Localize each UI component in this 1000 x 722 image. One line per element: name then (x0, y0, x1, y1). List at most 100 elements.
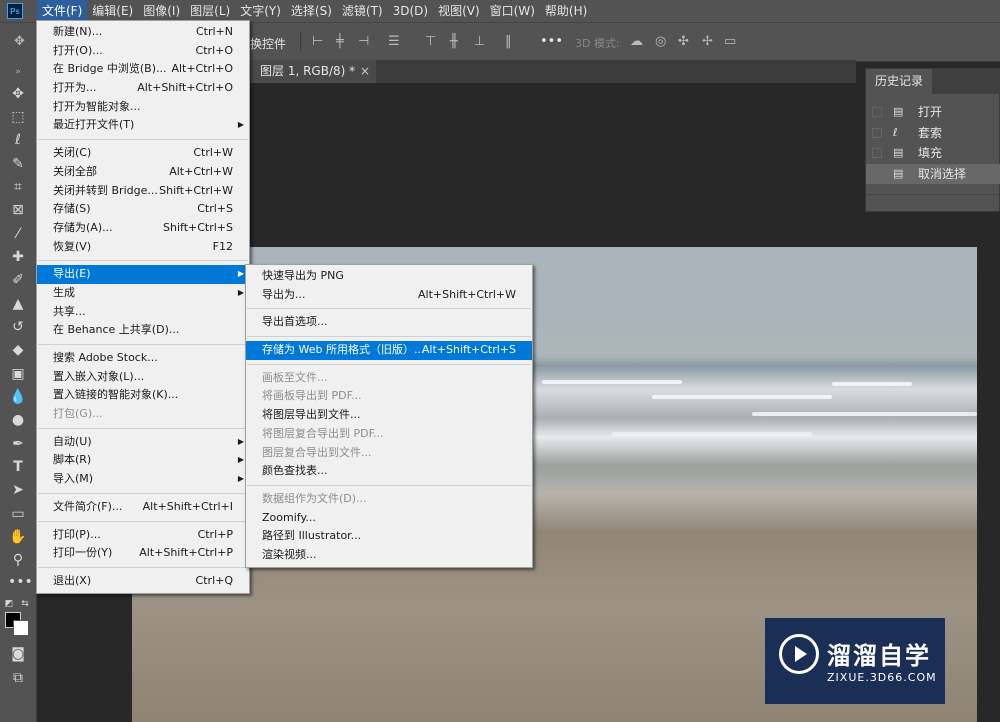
3d-drag-icon[interactable]: ✣ (678, 34, 689, 49)
clone-stamp-tool-icon[interactable]: ▲ (8, 294, 28, 314)
gradient-tool-icon[interactable]: ▣ (8, 364, 28, 384)
file-menu-item-10[interactable]: 存储(S) Ctrl+S (37, 200, 249, 219)
crop-tool-icon[interactable]: ⌗ (8, 177, 28, 197)
3d-orbit-icon[interactable]: ☁ (630, 34, 643, 49)
export-menu-item-9[interactable]: 将图层导出到文件... (246, 406, 532, 425)
menu-8[interactable]: 视图(V) (433, 0, 485, 22)
distribute-vertical-icon[interactable]: ‖ (505, 34, 512, 49)
lasso-tool-icon[interactable]: ℓ (8, 130, 28, 150)
pen-tool-icon[interactable]: ✒ (8, 434, 28, 454)
background-color-swatch[interactable] (13, 620, 29, 636)
menu-9[interactable]: 窗口(W) (485, 0, 540, 22)
swap-colors-icon[interactable]: ⇆ (20, 594, 30, 614)
brush-tool-icon[interactable]: ✐ (8, 270, 28, 290)
eraser-tool-icon[interactable]: ◆ (8, 340, 28, 360)
more-options-icon[interactable]: ••• (540, 34, 563, 49)
quick-mask-icon[interactable]: ◙ (8, 644, 28, 664)
menu-5[interactable]: 选择(S) (286, 0, 337, 22)
file-menu-item-14[interactable]: 导出(E) ▶ (37, 265, 249, 284)
align-top-icon[interactable]: ⊤ (425, 34, 436, 49)
history-item[interactable]: ▤ 填充 (866, 143, 1000, 163)
menu-6[interactable]: 滤镜(T) (337, 0, 388, 22)
eyedropper-tool-icon[interactable]: ⁄ (8, 224, 28, 244)
history-item[interactable]: ▤ 取消选择 (866, 163, 1000, 184)
file-menu-item-3[interactable]: 打开为... Alt+Shift+Ctrl+O (37, 79, 249, 98)
snapshot-checkbox[interactable] (872, 168, 882, 179)
menu-2[interactable]: 图像(I) (138, 0, 185, 22)
export-menu-item-12[interactable]: 颜色查找表... (246, 462, 532, 481)
file-menu-item-0[interactable]: 新建(N)... Ctrl+N (37, 23, 249, 42)
menu-0[interactable]: 文件(F) (37, 0, 88, 22)
hand-tool-icon[interactable]: ✋ (8, 527, 28, 547)
distribute-icon[interactable]: ☰ (388, 34, 400, 49)
quick-select-tool-icon[interactable]: ✎ (8, 154, 28, 174)
export-menu-item-0[interactable]: 快速导出为 PNG (246, 267, 532, 286)
marquee-tool-icon[interactable]: ⬚ (8, 107, 28, 127)
menu-4[interactable]: 文字(Y) (235, 0, 286, 22)
file-menu-item-28[interactable]: 文件简介(F)... Alt+Shift+Ctrl+I (37, 498, 249, 517)
move-tool-icon[interactable]: ✥ (14, 34, 25, 49)
export-menu-item-1[interactable]: 导出为... Alt+Shift+Ctrl+W (246, 286, 532, 305)
align-right-icon[interactable]: ⊣ (358, 34, 369, 49)
align-middle-icon[interactable]: ╫ (450, 34, 458, 49)
file-menu-item-2[interactable]: 在 Bridge 中浏览(B)... Alt+Ctrl+O (37, 60, 249, 79)
history-brush-tool-icon[interactable]: ↺ (8, 317, 28, 337)
dodge-tool-icon[interactable]: ● (8, 410, 28, 430)
history-panel-tab[interactable]: 历史记录 (866, 69, 933, 94)
file-menu-item-26[interactable]: 导入(M) ▶ (37, 470, 249, 489)
path-selection-tool-icon[interactable]: ➤ (8, 480, 28, 500)
file-menu-item-1[interactable]: 打开(O)... Ctrl+O (37, 42, 249, 61)
default-colors-icon[interactable]: ◩ (4, 594, 14, 614)
file-menu-item-15[interactable]: 生成 ▶ (37, 284, 249, 303)
file-menu-item-33[interactable]: 退出(X) Ctrl+Q (37, 572, 249, 591)
file-menu-item-8[interactable]: 关闭全部 Alt+Ctrl+W (37, 163, 249, 182)
file-menu-item-5[interactable]: 最近打开文件(T) ▶ (37, 116, 249, 135)
history-item[interactable]: ℓ 套索 (866, 123, 1000, 143)
blur-tool-icon[interactable]: 💧 (8, 387, 28, 407)
export-menu-item-17[interactable]: 渲染视频... (246, 546, 532, 565)
file-menu-item-25[interactable]: 脚本(R) ▶ (37, 451, 249, 470)
file-menu-item-11[interactable]: 存储为(A)... Shift+Ctrl+S (37, 219, 249, 238)
align-bottom-icon[interactable]: ⊥ (474, 34, 485, 49)
file-menu-item-17[interactable]: 在 Behance 上共享(D)... (37, 321, 249, 340)
3d-slide-icon[interactable]: ✢ (702, 34, 713, 49)
file-menu-item-19[interactable]: 搜索 Adobe Stock... (37, 349, 249, 368)
snapshot-checkbox[interactable] (872, 127, 882, 138)
file-menu-item-9[interactable]: 关闭并转到 Bridge... Shift+Ctrl+W (37, 182, 249, 201)
history-item[interactable]: ▤ 打开 (866, 102, 1000, 122)
menu-1[interactable]: 编辑(E) (87, 0, 138, 22)
menu-3[interactable]: 图层(L) (185, 0, 235, 22)
document-tab[interactable]: 图层 1, RGB/8) * × (248, 60, 376, 83)
menu-10[interactable]: 帮助(H) (540, 0, 592, 22)
align-center-icon[interactable]: ╪ (336, 34, 344, 49)
menu-7[interactable]: 3D(D) (388, 0, 433, 22)
snapshot-checkbox[interactable] (872, 148, 882, 158)
file-menu-item-31[interactable]: 打印一份(Y) Alt+Shift+Ctrl+P (37, 544, 249, 563)
export-menu-item-15[interactable]: Zoomify... (246, 509, 532, 528)
screen-mode-icon[interactable]: ⧉ (8, 668, 28, 688)
3d-roll-icon[interactable]: ◎ (655, 34, 666, 49)
edit-toolbar-icon[interactable]: ••• (8, 572, 33, 592)
file-menu-item-21[interactable]: 置入链接的智能对象(K)... (37, 386, 249, 405)
file-menu-item-30[interactable]: 打印(P)... Ctrl+P (37, 526, 249, 545)
collapse-panel-icon[interactable]: » (8, 62, 28, 82)
3d-camera-icon[interactable]: ▭ (724, 34, 736, 49)
file-menu-item-20[interactable]: 置入嵌入对象(L)... (37, 368, 249, 387)
snapshot-checkbox[interactable] (872, 107, 882, 117)
export-menu-item-5[interactable]: 存储为 Web 所用格式（旧版）... Alt+Shift+Ctrl+S (246, 341, 532, 360)
export-menu-item-16[interactable]: 路径到 Illustrator... (246, 527, 532, 546)
export-menu-item-3[interactable]: 导出首选项... (246, 313, 532, 332)
zoom-tool-icon[interactable]: ⚲ (8, 550, 28, 570)
rectangle-tool-icon[interactable]: ▭ (8, 504, 28, 524)
transform-controls-label[interactable]: 换控件 (250, 35, 286, 52)
move-tool-icon[interactable]: ✥ (8, 84, 28, 104)
file-menu-item-16[interactable]: 共享... (37, 303, 249, 322)
type-tool-icon[interactable]: T (8, 457, 28, 477)
file-menu-item-7[interactable]: 关闭(C) Ctrl+W (37, 144, 249, 163)
align-left-icon[interactable]: ⊢ (312, 34, 323, 49)
healing-brush-tool-icon[interactable]: ✚ (8, 247, 28, 267)
frame-tool-icon[interactable]: ⊠ (8, 200, 28, 220)
file-menu-item-24[interactable]: 自动(U) ▶ (37, 433, 249, 452)
close-tab-icon[interactable]: × (360, 60, 370, 83)
file-menu-item-12[interactable]: 恢复(V) F12 (37, 238, 249, 257)
